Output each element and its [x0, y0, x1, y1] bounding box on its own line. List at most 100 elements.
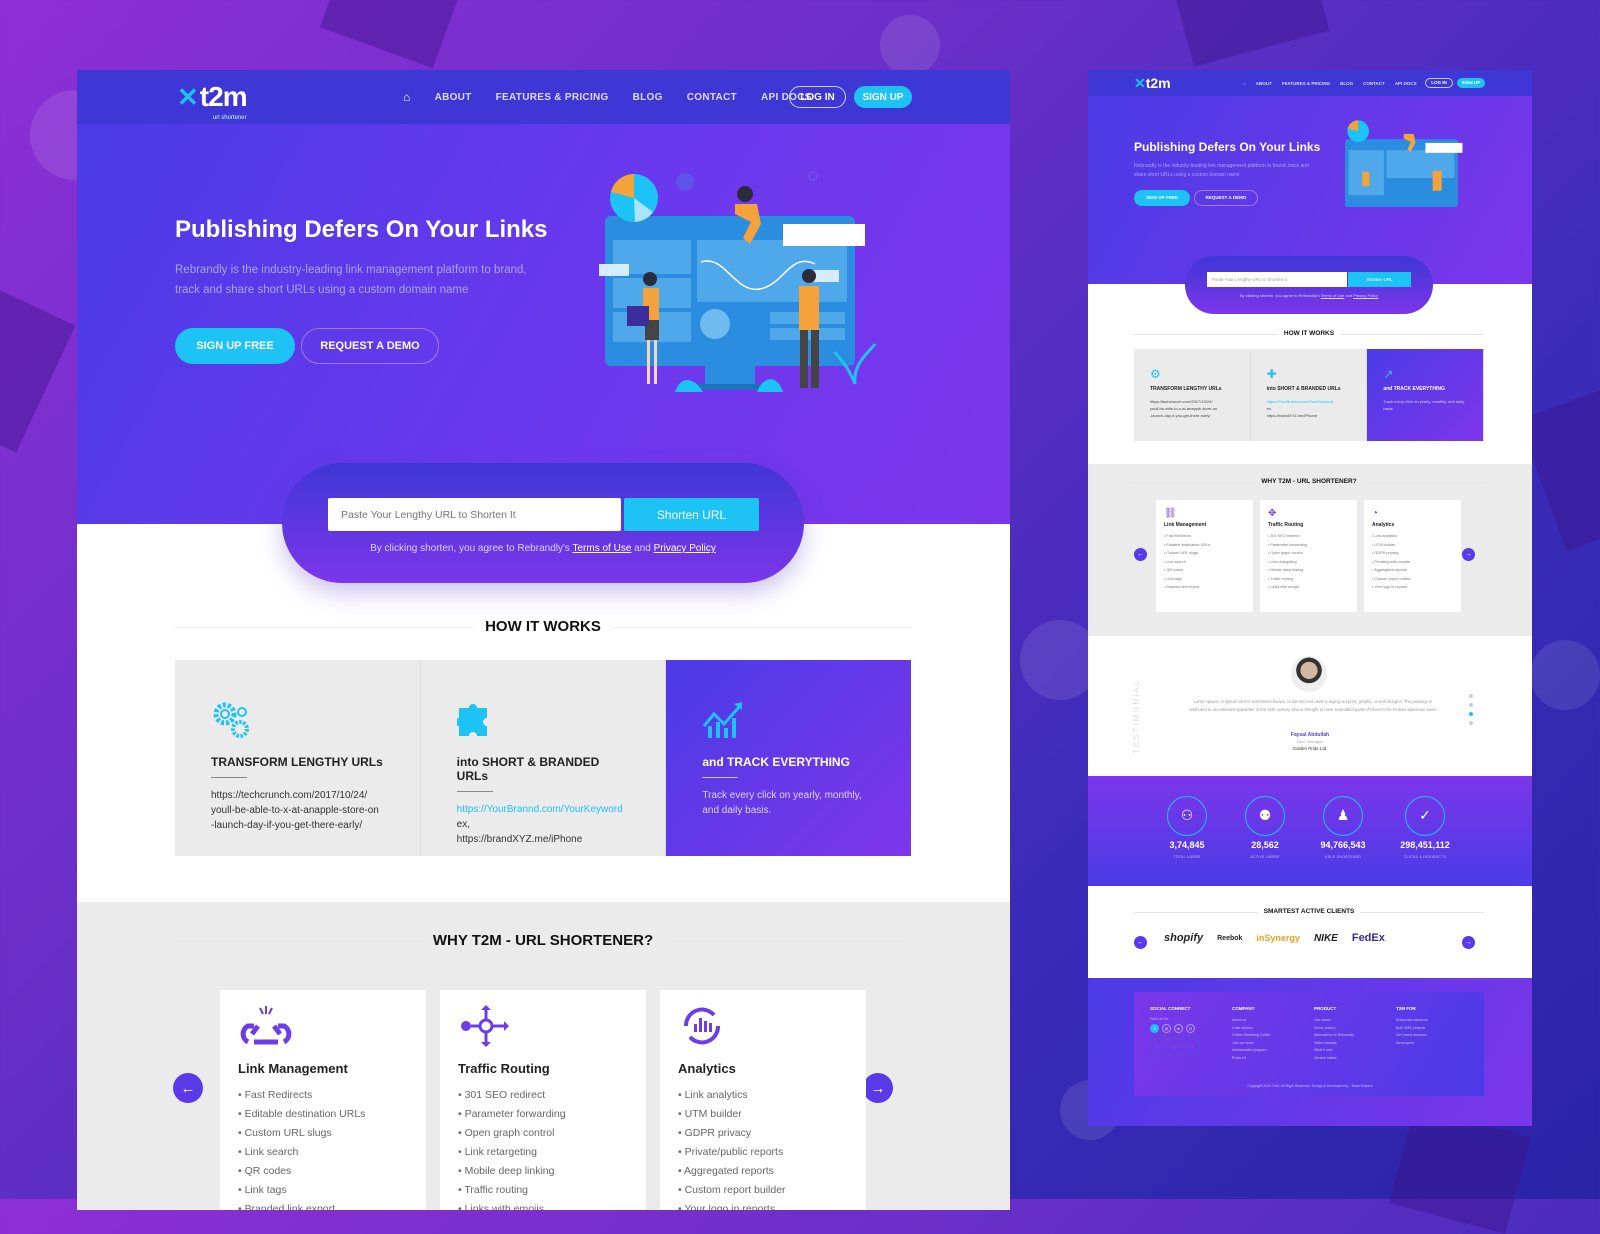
nav-features-pricing[interactable]: FEATURES & PRICING	[1282, 81, 1330, 86]
how-card-text: Track every click on yearly, monthly, an…	[1383, 399, 1465, 411]
puzzle-icon	[454, 704, 487, 736]
carousel-prev-button[interactable]: ←	[173, 1073, 203, 1103]
example-brand-link[interactable]: https://YourBrannd.com/YourKeyword	[1267, 399, 1333, 404]
nav-blog[interactable]: BLOG	[1340, 81, 1353, 86]
user-check-icon: ✓	[1405, 796, 1445, 836]
footer-t2m-for: T2M FOR Enterprise solutions Bulk SMS pr…	[1396, 1006, 1428, 1047]
instagram-icon[interactable]: ◎	[1162, 1024, 1171, 1033]
url-shortener-box: Shorten URL By clicking shorten, you agr…	[282, 463, 804, 583]
preview-navbar: ✕t2m ⌂ ABOUT FEATURES & PRICING BLOG CON…	[1088, 70, 1532, 96]
url-input[interactable]	[328, 498, 621, 531]
facebook-icon[interactable]: f	[1150, 1024, 1159, 1033]
footer-link[interactable]: Join our team	[1232, 1040, 1270, 1048]
how-card-track: and TRACK EVERYTHING Track every click o…	[666, 660, 912, 856]
url-input[interactable]: Paste Your Lengthy URL to Shorten It	[1207, 272, 1347, 287]
line: -launch-day-if-you-get-there-early/	[211, 820, 363, 831]
terms-text: By clicking shorten, you agree to Rebran…	[370, 543, 573, 554]
request-demo-button[interactable]: REQUEST A DEMO	[301, 328, 439, 364]
stats-section: ⚇ 3,74,845 TOTAL USERS ⚉ 28,562 ACTIVE U…	[1088, 776, 1532, 886]
stat-value: 3,74,845	[1169, 840, 1205, 850]
pagination-dot[interactable]	[1469, 703, 1473, 707]
footer-link[interactable]: Ambassador program	[1232, 1047, 1270, 1055]
terms-of-use-link[interactable]: Terms of Use	[572, 543, 631, 554]
footer-link[interactable]: Online Marketing Dublin	[1232, 1032, 1270, 1040]
terms-notice: By clicking shorten, you agree to Rebran…	[282, 543, 804, 554]
footer-link[interactable]: Bulk SMS projects	[1396, 1025, 1428, 1033]
hero-description: Rebrandly is the industry-leading link m…	[175, 264, 527, 296]
shorten-url-button[interactable]: Shorten URL	[1348, 272, 1411, 287]
pagination-dot-active[interactable]	[1469, 712, 1473, 716]
linkedin-icon[interactable]: in	[1174, 1024, 1183, 1033]
login-button[interactable]: LOG IN	[789, 86, 846, 108]
preview-url-shortener: Paste Your Lengthy URL to Shorten It Sho…	[1185, 256, 1433, 314]
how-card-title: into SHORT & BRANDED URLs	[1266, 386, 1341, 392]
privacy-policy-link[interactable]: Privacy Policy	[1353, 293, 1378, 298]
nav-features-pricing[interactable]: FEATURES & PRICING	[496, 92, 609, 103]
divider	[702, 777, 739, 778]
nav-contact[interactable]: CONTACT	[687, 92, 737, 103]
signup-button[interactable]: SIGN UP	[854, 86, 912, 108]
footer-link[interactable]: Get brand domains	[1396, 1032, 1428, 1040]
footer-link[interactable]: Video tutorials	[1314, 1040, 1354, 1048]
request-demo-button[interactable]: REQUEST A DEMO	[1194, 190, 1258, 206]
how-card-title: into SHORT & BRANDED URLs	[456, 755, 600, 783]
footer-link[interactable]: What's new	[1314, 1047, 1354, 1055]
carousel-prev-button[interactable]: ←	[1134, 548, 1147, 561]
client-logo-shopify: shopify	[1164, 932, 1204, 944]
nav-about[interactable]: ABOUT	[435, 92, 472, 103]
footer-link[interactable]: Demo (video)	[1314, 1025, 1354, 1033]
home-icon[interactable]: ⌂	[403, 90, 411, 104]
hero-description: Rebrandly is the industry-leading link m…	[1134, 163, 1309, 178]
nav-contact[interactable]: CONTACT	[1363, 81, 1385, 86]
stat-value: 298,451,112	[1400, 840, 1450, 850]
signup-free-button[interactable]: SIGN UP FREE	[175, 328, 295, 364]
full-page-preview: ✕t2m ⌂ ABOUT FEATURES & PRICING BLOG CON…	[1088, 70, 1532, 1126]
footer-link[interactable]: Case studies	[1232, 1025, 1270, 1033]
why-title-text: WHY T2M - URL SHORTENER?	[420, 932, 666, 949]
feature-list: • Fast Redirects • Editable destination …	[238, 1086, 408, 1210]
preview-logo[interactable]: ✕t2m	[1134, 75, 1171, 92]
signup-button[interactable]: SIGN UP	[1457, 78, 1485, 88]
shorten-url-button[interactable]: Shorten URL	[624, 498, 759, 531]
google-icon[interactable]: G	[1186, 1024, 1195, 1033]
nav-about[interactable]: ABOUT	[1256, 81, 1272, 86]
signup-free-button[interactable]: SIGN UP FREE	[1134, 190, 1190, 206]
carousel-next-button[interactable]: →	[1462, 548, 1475, 561]
feature-list: • 301 SEO redirect • Parameter forwardin…	[458, 1086, 628, 1210]
growth-chart-icon: ↗	[1383, 367, 1394, 381]
footer-link[interactable]: Alternatives to Rebrandly	[1314, 1032, 1354, 1040]
feature-item: • Mobile deep linking	[458, 1165, 555, 1177]
footer-link[interactable]: About us	[1232, 1017, 1270, 1025]
footer-link[interactable]: Service status	[1314, 1055, 1354, 1063]
home-icon[interactable]: ⌂	[1243, 81, 1246, 86]
gears-icon: ⚙	[1150, 367, 1161, 381]
login-button[interactable]: LOG IN	[1425, 78, 1453, 88]
feature-item: • Custom report builder	[678, 1184, 786, 1196]
clients-next-button[interactable]: →	[1462, 936, 1475, 949]
feature-item: • Your logo in reports	[678, 1203, 776, 1210]
feature-title: Analytics	[1372, 522, 1395, 528]
broken-link-icon	[240, 1006, 292, 1045]
nav-blog[interactable]: BLOG	[633, 92, 663, 103]
stat-label: CLICKS & REDIRECTS	[1403, 855, 1447, 859]
footer-heading: T2M FOR	[1396, 1006, 1416, 1011]
footer-link[interactable]: Use cases	[1314, 1017, 1354, 1025]
nav-api-docs[interactable]: API DOCS	[1395, 81, 1417, 86]
terms-of-use-link[interactable]: Terms of Use	[1321, 293, 1345, 298]
clients-prev-button[interactable]: ←	[1134, 936, 1147, 949]
footer-link[interactable]: Developers	[1396, 1040, 1428, 1048]
google-play-badge[interactable]: ▶ Google Play	[1150, 1039, 1200, 1055]
footer-link[interactable]: Press kit	[1232, 1055, 1270, 1063]
testimonial-name: Faysal Abdullah	[1290, 732, 1330, 738]
testimonial-quote: Lorem ipsum, or lipsum as it is sometime…	[1189, 699, 1437, 712]
pagination-dot[interactable]	[1469, 694, 1473, 698]
footer-link[interactable]: Enterprise solutions	[1396, 1017, 1428, 1025]
logo[interactable]: ✕ t2m url shortener	[177, 81, 248, 121]
feature-list: • Link analytics • UTM builder • GDPR pr…	[678, 1086, 848, 1210]
how-card-title: TRANSFORM LENGTHY URLs	[211, 755, 383, 769]
pagination-dot[interactable]	[1469, 721, 1473, 725]
team-icon: ⚉	[1245, 796, 1285, 836]
carousel-next-button[interactable]: →	[863, 1073, 893, 1103]
privacy-policy-link[interactable]: Privacy Policy	[654, 543, 716, 554]
example-brand-link[interactable]: https://YourBrannd.com/YourKeyword	[457, 804, 623, 815]
